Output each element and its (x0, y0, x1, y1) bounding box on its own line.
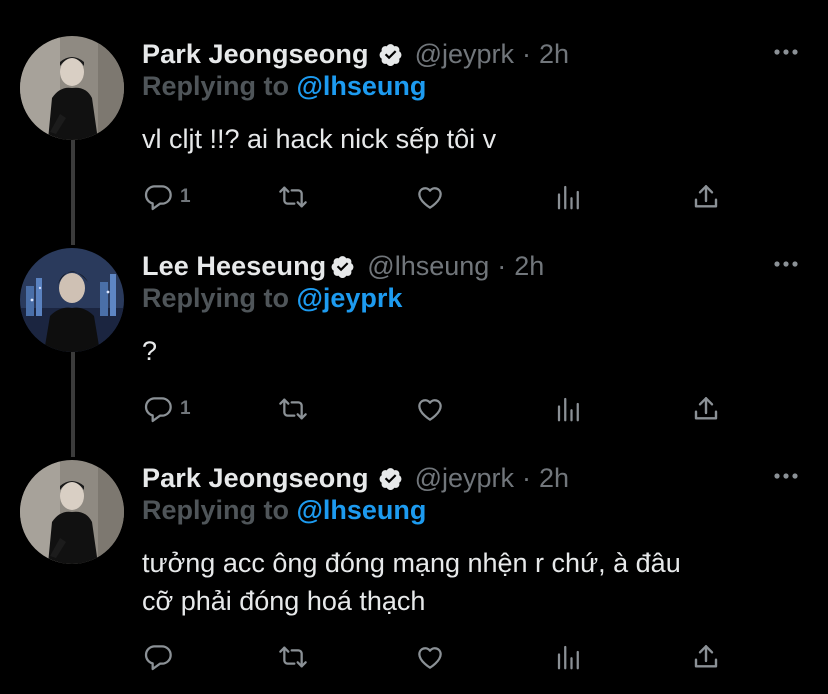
tweet-header: Lee Heeseung @lhseung · 2h (142, 248, 544, 284)
verified-badge-icon (330, 254, 355, 279)
share-upload-icon (690, 641, 722, 673)
separator: · (522, 462, 532, 493)
tweet-text-line: ? (142, 336, 158, 366)
display-name[interactable]: Lee Heeseung (142, 251, 326, 282)
replying-to: Replying to @lhseung (142, 71, 426, 102)
replying-to-handle[interactable]: @lhseung (297, 495, 427, 525)
retweet-button[interactable] (276, 392, 310, 426)
separator: · (522, 38, 532, 69)
user-handle[interactable]: @lhseung (367, 251, 489, 282)
retweet-icon (276, 393, 310, 425)
replying-to-handle[interactable]: @jeyprk (297, 283, 403, 313)
reply-bubble-icon (142, 181, 174, 213)
like-button[interactable] (414, 180, 446, 214)
tweet[interactable]: Park Jeongseong @jeyprk · 2h Replying to… (0, 36, 828, 236)
avatar[interactable] (20, 460, 124, 564)
tweet-header: Park Jeongseong @jeyprk · 2h (142, 36, 569, 72)
heart-icon (414, 181, 446, 213)
views-button[interactable] (554, 640, 584, 674)
more-dots-icon[interactable] (772, 42, 800, 62)
retweet-button[interactable] (276, 180, 310, 214)
tweet-text-line: vl cljt !!? ai hack nick sếp tôi v (142, 124, 497, 154)
reply-bubble-icon (142, 641, 174, 673)
replying-to-label: Replying to (142, 495, 297, 525)
replying-to: Replying to @lhseung (142, 495, 426, 526)
share-button[interactable] (690, 640, 722, 674)
replying-to-label: Replying to (142, 283, 297, 313)
display-name[interactable]: Park Jeongseong (142, 39, 369, 70)
reply-button[interactable]: 1 (142, 392, 191, 426)
tweet-text-line: tưởng acc ông đóng mạng nhện r chứ, à đâ… (142, 548, 681, 578)
replying-to-handle[interactable]: @lhseung (297, 71, 427, 101)
views-button[interactable] (554, 392, 584, 426)
retweet-icon (276, 181, 310, 213)
more-dots-icon[interactable] (772, 254, 800, 274)
replying-to-label: Replying to (142, 71, 297, 101)
user-handle[interactable]: @jeyprk (415, 463, 514, 494)
analytics-bars-icon (554, 181, 584, 213)
heart-icon (414, 393, 446, 425)
display-name[interactable]: Park Jeongseong (142, 463, 369, 494)
share-button[interactable] (690, 180, 722, 214)
reply-count: 1 (180, 398, 191, 419)
heart-icon (414, 641, 446, 673)
analytics-bars-icon (554, 641, 584, 673)
tweet-text: ? (142, 332, 157, 370)
reply-button[interactable]: 1 (142, 180, 191, 214)
tweet-text: vl cljt !!? ai hack nick sếp tôi v (142, 120, 496, 158)
avatar[interactable] (20, 36, 124, 140)
tweet[interactable]: Park Jeongseong @jeyprk · 2h Replying to… (0, 460, 828, 694)
retweet-icon (276, 641, 310, 673)
verified-badge-icon (378, 466, 403, 491)
avatar[interactable] (20, 248, 124, 352)
timestamp[interactable]: 2h (539, 463, 569, 494)
retweet-button[interactable] (276, 640, 310, 674)
reply-bubble-icon (142, 393, 174, 425)
replying-to: Replying to @jeyprk (142, 283, 402, 314)
share-button[interactable] (690, 392, 722, 426)
separator: · (497, 250, 507, 281)
reply-button[interactable] (142, 640, 180, 674)
more-dots-icon[interactable] (772, 466, 800, 486)
like-button[interactable] (414, 392, 446, 426)
tweet-actions: 1 (142, 180, 742, 214)
like-button[interactable] (414, 640, 446, 674)
tweet-text-line: cỡ phải đóng hoá thạch (142, 586, 426, 616)
analytics-bars-icon (554, 393, 584, 425)
reply-count: 1 (180, 186, 191, 207)
share-upload-icon (690, 181, 722, 213)
user-handle[interactable]: @jeyprk (415, 39, 514, 70)
share-upload-icon (690, 393, 722, 425)
tweet-header: Park Jeongseong @jeyprk · 2h (142, 460, 569, 496)
verified-badge-icon (378, 42, 403, 67)
tweet-text: tưởng acc ông đóng mạng nhện r chứ, à đâ… (142, 544, 681, 620)
views-button[interactable] (554, 180, 584, 214)
timestamp[interactable]: 2h (539, 39, 569, 70)
tweet-actions (142, 640, 742, 674)
timestamp[interactable]: 2h (514, 251, 544, 282)
tweet[interactable]: Lee Heeseung @lhseung · 2h Replying to @… (0, 248, 828, 448)
tweet-actions: 1 (142, 392, 742, 426)
